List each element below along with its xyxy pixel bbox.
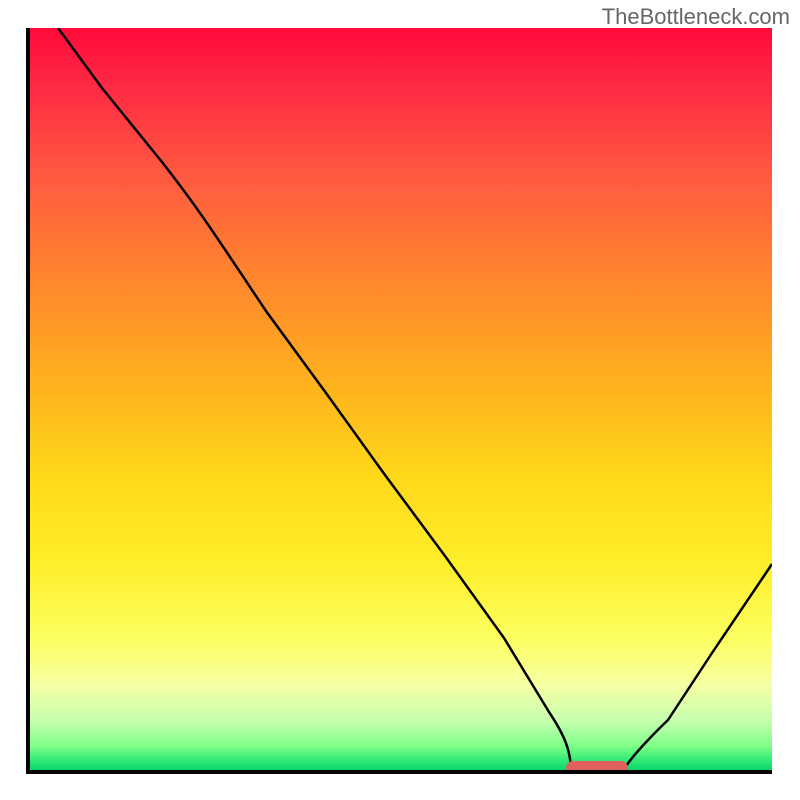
axes-frame bbox=[0, 0, 800, 800]
bottleneck-chart: TheBottleneck.com bbox=[0, 0, 800, 800]
watermark-text: TheBottleneck.com bbox=[602, 4, 790, 30]
axis-lines bbox=[28, 28, 772, 772]
